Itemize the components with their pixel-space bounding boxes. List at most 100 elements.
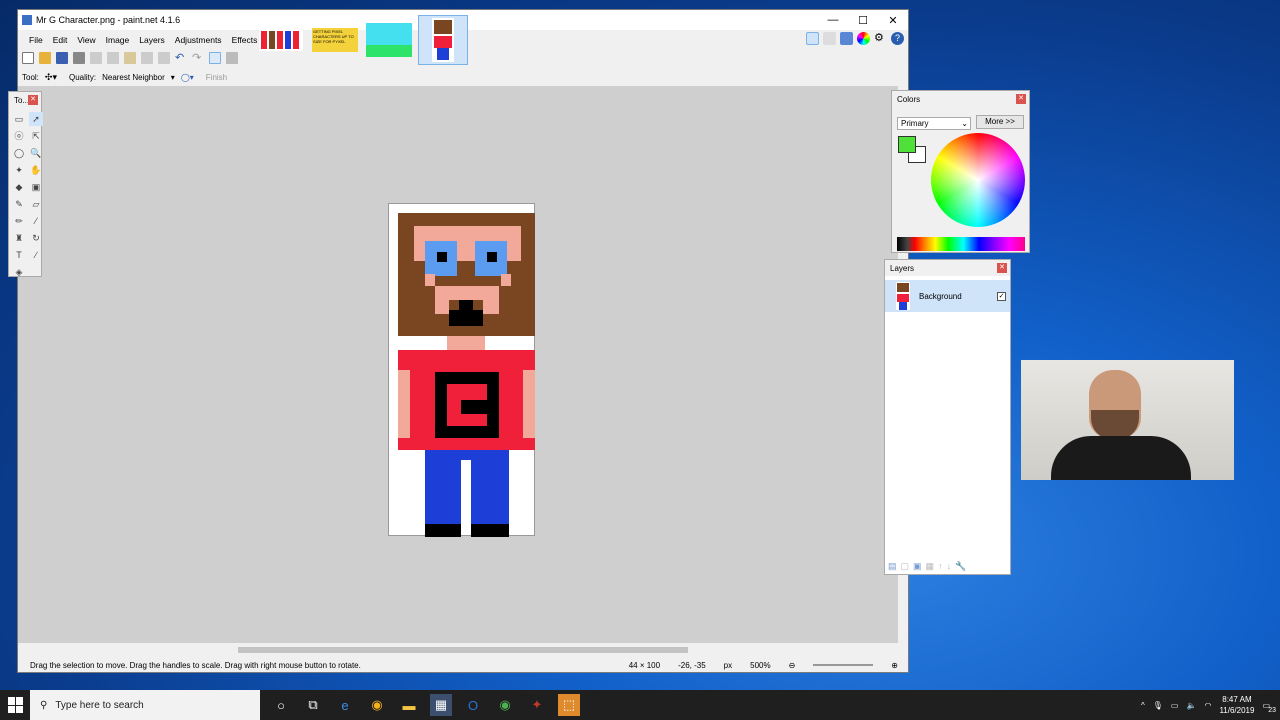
tools-window-icon[interactable] [806, 32, 819, 45]
move-layer-up-icon[interactable]: ↑ [938, 561, 943, 571]
outlook-icon[interactable]: O [462, 694, 484, 716]
task-view-icon[interactable]: ⧉ [302, 694, 324, 716]
cut-icon[interactable] [90, 52, 102, 64]
palette-strip[interactable] [897, 237, 1025, 251]
minimize-button[interactable]: — [818, 14, 848, 27]
edge-icon[interactable]: e [334, 694, 356, 716]
app-icon-red[interactable]: ✦ [526, 694, 548, 716]
layer-visibility-checkbox[interactable]: ✓ [997, 291, 1006, 301]
image-tab-title-card[interactable]: GETTING PIXEL CHARACTERS UP TO SIZE FOR … [310, 15, 360, 65]
help-icon[interactable]: ? [891, 32, 904, 45]
finish-button[interactable]: Finish [206, 73, 227, 82]
canvas-area[interactable] [18, 86, 898, 643]
color-picker-icon[interactable]: ⁄ [29, 214, 43, 228]
start-button[interactable] [8, 697, 24, 713]
color-mode-dropdown[interactable]: Primary ⌄ [897, 117, 971, 130]
zoom-out-icon[interactable]: ⊖ [789, 661, 796, 670]
more-button[interactable]: More >> [976, 115, 1024, 129]
chrome-2-icon[interactable]: ◉ [494, 694, 516, 716]
clock[interactable]: 8:47 AM 11/6/2019 [1219, 694, 1254, 716]
selection-mode-icon[interactable]: ◯▾ [181, 73, 194, 82]
grid-icon[interactable] [209, 52, 221, 64]
layers-close-button[interactable]: ✕ [997, 263, 1007, 273]
file-explorer-icon[interactable]: ▬ [398, 694, 420, 716]
paste-icon[interactable] [124, 52, 136, 64]
eraser-icon[interactable]: ▱ [29, 197, 43, 211]
pencil-icon[interactable]: ✏ [12, 214, 26, 228]
delete-layer-icon[interactable]: ▢ [901, 561, 910, 572]
horizontal-scroll-thumb[interactable] [238, 647, 688, 653]
shapes-icon[interactable]: ◈ [12, 265, 26, 279]
notification-icon[interactable]: ▭ 23 [1262, 701, 1276, 714]
menu-layers[interactable]: Layers [134, 32, 170, 48]
paintnet-taskbar-icon[interactable]: ▦ [430, 694, 452, 716]
tools-close-button[interactable]: ✕ [28, 95, 38, 105]
menu-edit[interactable]: Edit [48, 32, 73, 48]
colors-window-icon[interactable] [857, 32, 870, 45]
zoom-slider[interactable] [813, 664, 874, 666]
clone-stamp-icon[interactable]: ♜ [12, 231, 26, 245]
deselect-icon[interactable] [158, 52, 170, 64]
units-dropdown[interactable]: px [724, 661, 732, 670]
primary-color-swatch[interactable] [898, 136, 916, 153]
print-icon[interactable] [73, 52, 85, 64]
history-window-icon[interactable] [823, 32, 836, 45]
move-selection-icon[interactable]: ➚ [29, 112, 43, 126]
paintbrush-icon[interactable]: ✎ [12, 197, 26, 211]
chrome-icon[interactable]: ◉ [366, 694, 388, 716]
color-wheel[interactable] [931, 133, 1025, 227]
quality-dropdown[interactable]: Nearest Neighbor [102, 73, 165, 82]
line-icon[interactable]: ∕ [29, 248, 43, 262]
menu-view[interactable]: View [72, 32, 100, 48]
cortana-icon[interactable]: ○ [270, 694, 292, 716]
ellipse-select-icon[interactable]: ◯ [12, 146, 26, 160]
settings-icon[interactable]: ⚙ [874, 32, 887, 45]
magic-wand-icon[interactable]: ✦ [12, 163, 26, 177]
paint-bucket-icon[interactable]: ◆ [12, 180, 26, 194]
horizontal-scrollbar[interactable] [18, 644, 898, 656]
tray-expand-icon[interactable]: ^ [1141, 701, 1145, 710]
wifi-icon[interactable]: ◠ [1204, 701, 1211, 710]
close-button[interactable]: ✕ [878, 14, 908, 27]
recording-icon[interactable]: ⬚ [558, 694, 580, 716]
layers-window-icon[interactable] [840, 32, 853, 45]
recolor-icon[interactable]: ↻ [29, 231, 43, 245]
save-icon[interactable] [56, 52, 68, 64]
image-tab-mr-g[interactable] [418, 15, 468, 65]
maximize-button[interactable]: ☐ [848, 14, 878, 27]
taskbar-search[interactable]: ⚲ Type here to search [30, 690, 260, 720]
redo-icon[interactable]: ↷ [192, 52, 204, 64]
pan-icon[interactable]: ✋ [29, 163, 43, 177]
zoom-level[interactable]: 500% [750, 661, 770, 670]
new-icon[interactable] [22, 52, 34, 64]
merge-layer-icon[interactable]: ▦ [926, 561, 935, 572]
copy-icon[interactable] [107, 52, 119, 64]
move-selected-icon[interactable]: ⇱ [29, 129, 43, 143]
menu-file[interactable]: File [24, 32, 48, 48]
move-layer-down-icon[interactable]: ↓ [947, 561, 952, 571]
undo-icon[interactable]: ↶ [175, 52, 187, 64]
add-layer-icon[interactable]: ▤ [888, 561, 897, 572]
zoom-icon[interactable]: 🔍 [29, 146, 43, 160]
layer-item[interactable]: Background ✓ [885, 280, 1010, 312]
zoom-in-icon[interactable]: ⊕ [891, 661, 898, 670]
volume-icon[interactable]: 🔈 [1186, 701, 1196, 710]
move-selection-tool-icon[interactable]: ✣▾ [45, 72, 57, 83]
microphone-icon[interactable]: 🎙 [1153, 701, 1163, 710]
chevron-down-icon[interactable]: ▾ [171, 73, 175, 82]
crop-icon[interactable] [141, 52, 153, 64]
image-tab-characters[interactable] [256, 15, 306, 65]
rectangle-select-icon[interactable]: ▭ [12, 112, 26, 126]
open-icon[interactable] [39, 52, 51, 64]
layer-properties-icon[interactable]: 🔧 [955, 561, 966, 572]
ruler-icon[interactable] [226, 52, 238, 64]
gradient-icon[interactable]: ▣ [29, 180, 43, 194]
image-tab-background[interactable] [364, 15, 414, 65]
lasso-icon[interactable]: ⓞ [12, 129, 26, 143]
menu-adjustments[interactable]: Adjustments [170, 32, 227, 48]
menu-image[interactable]: Image [101, 32, 135, 48]
text-icon[interactable]: T [12, 248, 26, 262]
network-icon[interactable]: ▭ [1171, 701, 1179, 710]
colors-close-button[interactable]: ✕ [1016, 94, 1026, 104]
duplicate-layer-icon[interactable]: ▣ [913, 561, 922, 572]
